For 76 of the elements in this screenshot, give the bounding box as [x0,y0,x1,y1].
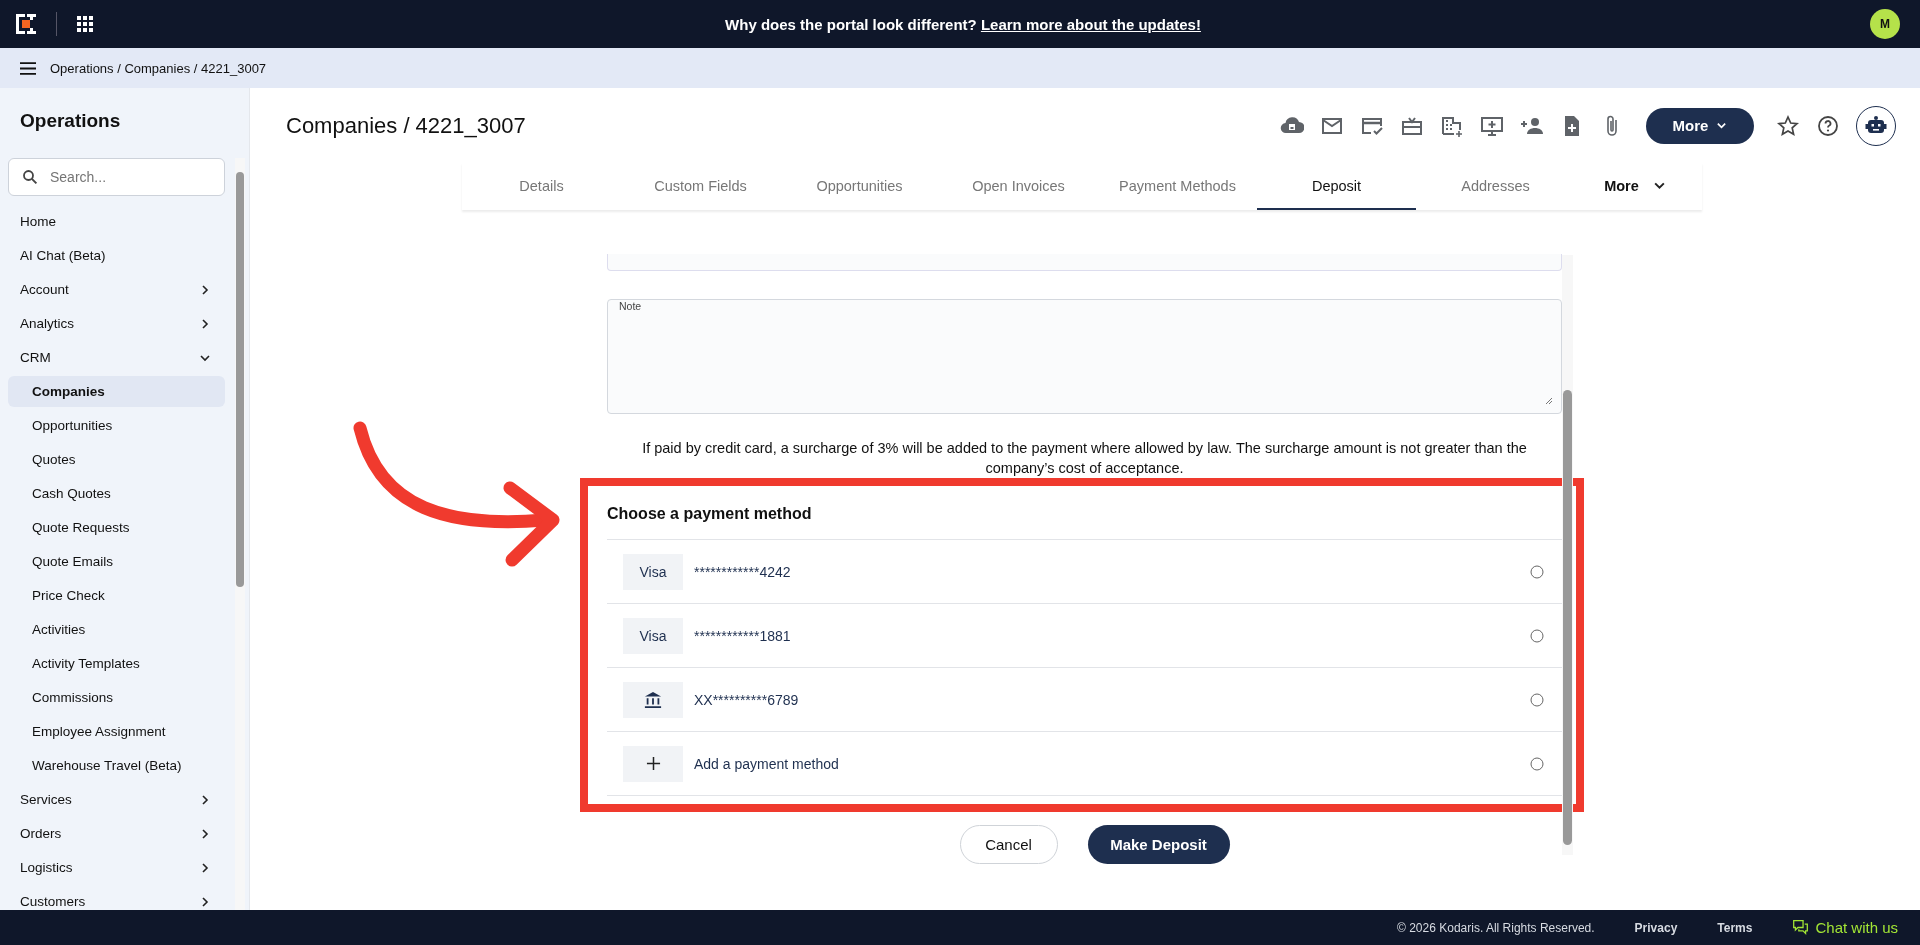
nav-item[interactable]: Price Check [8,580,225,611]
nav-item[interactable]: Warehouse Travel (Beta) [8,750,225,781]
chevron-icon [199,793,211,806]
cancel-button[interactable]: Cancel [959,825,1058,864]
tab[interactable]: Payment Methods [1098,163,1257,210]
tab[interactable]: Details [462,163,621,210]
caret-icon [1716,120,1728,131]
chevron-icon [199,827,211,840]
resize-handle-icon[interactable] [1545,397,1553,405]
account-number: XX**********6789 [694,691,800,708]
logo-icon[interactable] [16,14,36,34]
nav-item[interactable]: Companies [8,376,225,407]
star-icon[interactable] [1776,113,1800,138]
breadcrumb[interactable]: Operations / Companies / 4221_3007 [50,60,267,76]
tab[interactable]: Addresses [1416,163,1575,210]
bank-icon [644,690,662,709]
nav-item[interactable]: Quote Emails [8,546,225,577]
radio-button[interactable] [1530,628,1544,643]
scrollbar[interactable] [235,158,245,910]
more-button[interactable]: More [1646,107,1754,144]
tab[interactable]: Opportunities [780,163,939,210]
surcharge-notice: If paid by credit card, a surcharge of 3% will be added to the payment where allowed by law. The surcharge amount is not greater than the company’s cost of acceptance. [641,439,1528,478]
note-field[interactable]: Note [607,299,1562,414]
chat-button[interactable]: Chat with us [1792,919,1898,936]
tab[interactable]: Deposit [1257,163,1416,210]
radio-button[interactable] [1530,692,1544,707]
nav-item[interactable]: AI Chat (Beta) [8,240,225,271]
updates-link[interactable]: Learn more about the updates! [980,15,1201,33]
account-number: ************4242 [694,563,792,580]
announcement-text: Why does the portal look different? Learn more about the updates! [724,15,1202,33]
chevron-icon [199,283,211,296]
copyright-text: © 2026 Kodaris. All Rights Reserved. [1397,920,1595,935]
menu-icon[interactable] [20,61,36,75]
scrollbar[interactable] [1562,255,1573,855]
search-icon [21,168,39,186]
card-brand-badge: Visa [623,553,683,590]
footer-link[interactable]: Terms [1717,920,1753,935]
tab[interactable]: Open Invoices [939,163,1098,210]
nav-group[interactable]: Account [8,274,225,305]
nav-item[interactable]: Employee Assignment [8,716,225,747]
nav-group[interactable]: Logistics [8,852,225,883]
section-title: Choose a payment method [607,488,1562,540]
nav-item[interactable]: Home [8,206,225,237]
nav-group[interactable]: Customers [8,886,225,910]
account-number: ************1881 [694,627,792,644]
add-method-link[interactable]: Add a payment method [694,755,1519,772]
sidebar-title: Operations [19,109,122,133]
plus-icon [645,756,661,771]
user-avatar[interactable]: M [1870,9,1900,39]
nav-item[interactable]: Activities [8,614,225,645]
radio-button[interactable] [1530,756,1544,771]
page-title: Companies / 4221_3007 [286,112,526,139]
nav-group[interactable]: Services [8,784,225,815]
nav-item[interactable]: Quote Requests [8,512,225,543]
chevron-icon [199,861,211,874]
nav-group[interactable]: Orders [8,818,225,849]
nav-item[interactable]: Commissions [8,682,225,713]
more-tab[interactable]: More [1575,163,1695,210]
card-brand-badge: Visa [623,617,683,654]
chevron-icon [199,317,211,330]
nav-group[interactable]: CRM [8,342,225,373]
search-field[interactable]: Search... [8,158,225,196]
chevron-icon [199,895,211,908]
chat-icon [1792,919,1810,936]
make-deposit-button[interactable]: Make Deposit [1087,825,1230,864]
nav-item[interactable]: Activity Templates [8,648,225,679]
nav-item[interactable]: Quotes [8,444,225,475]
nav-group[interactable]: Analytics [8,308,225,339]
nav-item[interactable]: Opportunities [8,410,225,441]
apps-icon[interactable] [77,16,93,32]
radio-button[interactable] [1530,564,1544,579]
footer-link[interactable]: Privacy [1634,920,1678,935]
nav-item[interactable]: Cash Quotes [8,478,225,509]
input-field[interactable] [607,254,1562,271]
tab[interactable]: Custom Fields [621,163,780,210]
help-icon[interactable] [1816,113,1840,138]
